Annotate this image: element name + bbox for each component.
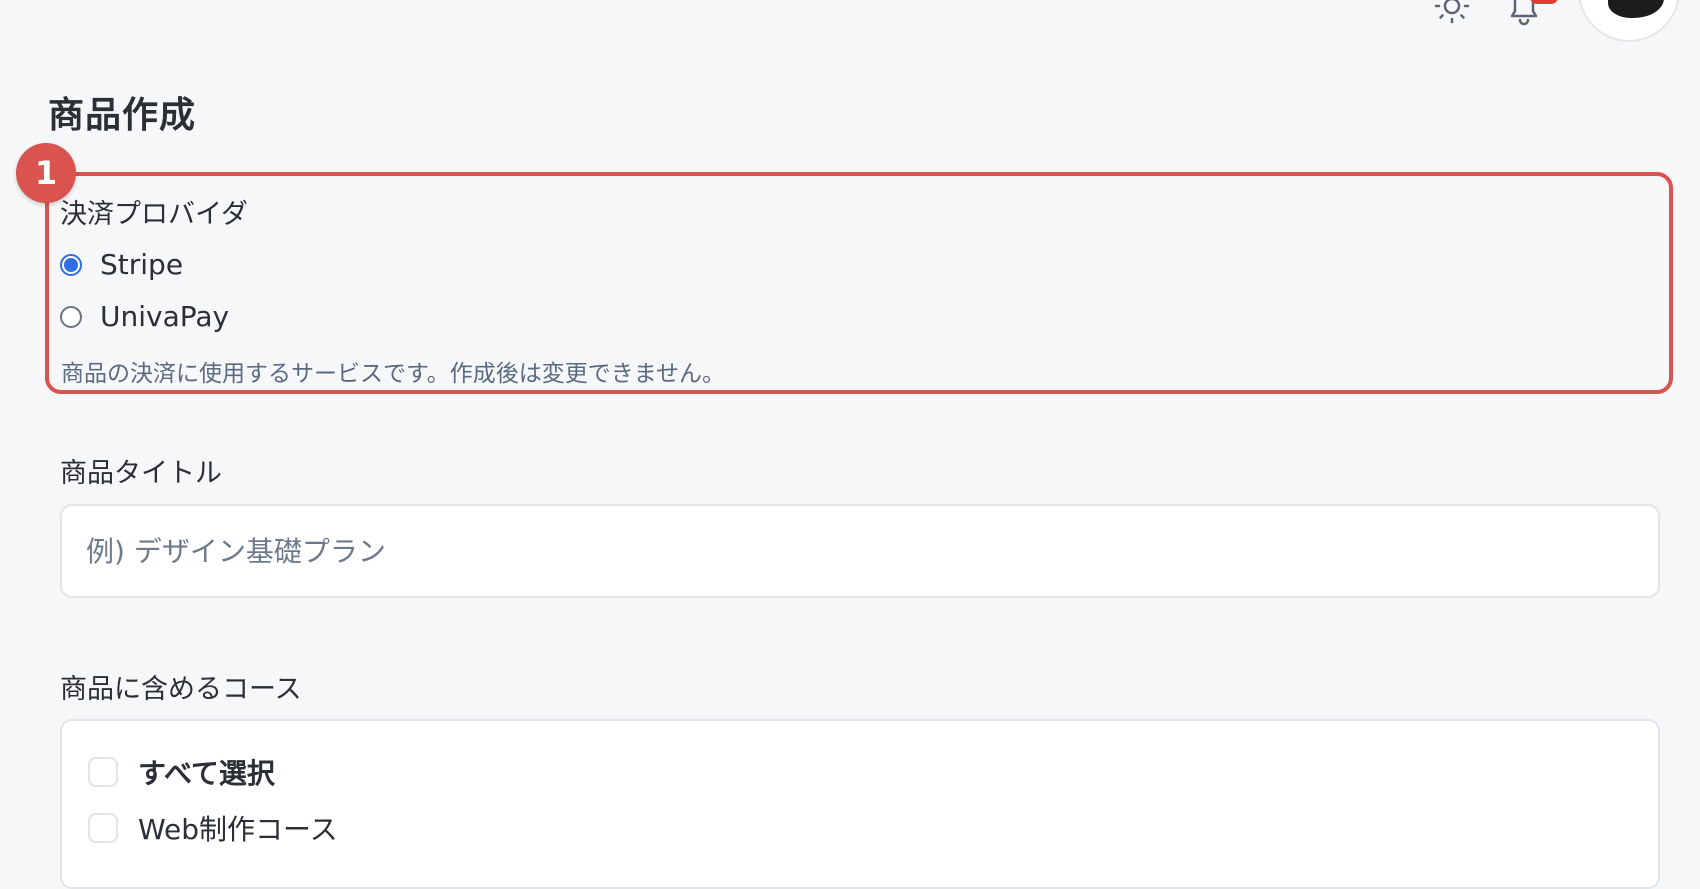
radio-option-univapay[interactable]: UnivaPay [60, 300, 229, 333]
course-label-web[interactable]: Web制作コース [138, 808, 338, 848]
radio-option-stripe[interactable]: Stripe [60, 248, 183, 281]
avatar[interactable] [1578, 0, 1680, 42]
sun-icon[interactable] [1430, 0, 1474, 32]
radio-button-stripe[interactable] [60, 253, 82, 276]
select-all-label[interactable]: すべて選択 [138, 752, 275, 792]
select-all-row[interactable]: すべて選択 [88, 752, 275, 792]
bell-icon[interactable] [1502, 0, 1546, 30]
courses-label: 商品に含めるコース [60, 674, 302, 705]
avatar-cat-image [1608, 0, 1664, 18]
course-selection-box: すべて選択 Web制作コース [60, 719, 1660, 889]
course-checkbox-web[interactable] [88, 813, 118, 843]
payment-provider-help-text: 商品の決済に使用するサービスです。作成後は変更できません。 [61, 361, 726, 387]
radio-label-stripe[interactable]: Stripe [100, 248, 183, 281]
top-bar [0, 0, 1700, 50]
notification-badge [1530, 0, 1558, 4]
course-row-web[interactable]: Web制作コース [88, 808, 338, 848]
product-title-label: 商品タイトル [60, 458, 222, 489]
page-title: 商品作成 [48, 95, 197, 136]
radio-label-univapay[interactable]: UnivaPay [100, 300, 229, 333]
radio-button-univapay[interactable] [60, 305, 82, 328]
select-all-checkbox[interactable] [88, 757, 118, 787]
payment-provider-label: 決済プロバイダ [60, 199, 248, 230]
product-title-input[interactable] [60, 504, 1660, 598]
